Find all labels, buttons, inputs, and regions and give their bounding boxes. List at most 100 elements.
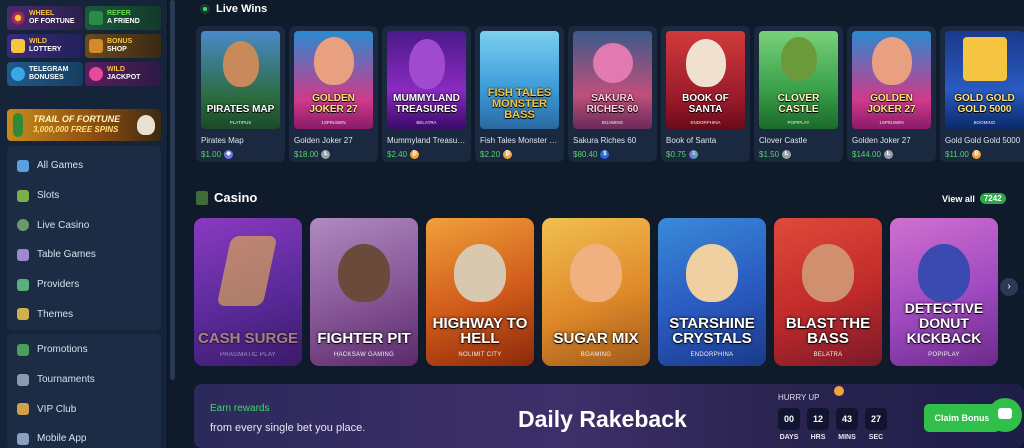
thumbnail-provider: 1Spin4Win [321,120,346,125]
sidebar-item-label: Mobile App [37,433,87,445]
sidebar-item-themes[interactable]: Themes [7,299,161,329]
sol-coin-icon: ≡ [689,150,699,159]
hurry-up-label: HURRY UP [778,393,820,402]
game-title: Detective Donut Kickback [904,300,984,346]
game-name: Clover Castle [759,136,808,145]
casino-game-card[interactable]: Fighter Pit Hacksaw Gaming [310,218,418,366]
promo-wild-lottery[interactable]: Wild Lottery [7,34,83,58]
promo-label: Shop [107,46,127,53]
timer-hours: 12 [807,408,829,430]
game-provider: Endorphina [690,352,734,358]
sidebar-item-label: All Games [37,160,84,172]
sidebar-item-table-games[interactable]: Table Games [7,240,161,270]
game-name: Mummyland Treasures [387,136,467,145]
slots-icon [17,189,29,202]
sidebar-item-providers[interactable]: Providers [7,270,161,300]
game-title: Cash Surge [197,330,298,347]
timer-label: HRS [810,434,826,441]
thumbnail-title: Fish Tales Monster Bass [487,87,552,121]
casino-games-row: Cash Surge Pragmatic Play Fighter Pit Ha… [194,218,1024,366]
casino-game-card[interactable]: Starshine Crystals Endorphina [658,218,766,366]
casino-game-card[interactable]: Cash Surge Pragmatic Play [194,218,302,366]
live-win-card[interactable]: Book of Santa Endorphina Book of Santa $… [661,26,750,162]
grid-icon [17,159,29,172]
thumbnail-provider: BGaming [601,120,624,125]
sidebar-item-label: Promotions [37,344,88,356]
win-amount: $1.00 ◆ [201,150,234,159]
timer-days: 00 [778,408,800,430]
promo-label: Wild [107,66,125,73]
casino-game-card[interactable]: Sugar Mix BGaming [542,218,650,366]
promo-label: a Friend [107,18,140,25]
thumbnail-title: Sakura Riches 60 [586,93,639,115]
game-name: Golden Joker 27 [294,136,353,145]
thumbnail-title: Golden Joker 27 [309,93,358,115]
game-provider: Hacksaw Gaming [333,352,395,358]
timer-minutes: 43 [836,408,858,430]
promo-label: Refer [107,10,131,17]
game-thumbnail: Gold Gold Gold 5000 Booming [945,31,1024,129]
live-win-card[interactable]: Sakura Riches 60 BGaming Sakura Riches 6… [568,26,657,162]
btc-coin-icon: ₿ [503,150,513,159]
sidebar-item-live-casino[interactable]: Live Casino [7,210,161,240]
win-amount: $144.00 Ł [852,150,893,159]
view-all-link[interactable]: View all 7242 [942,193,1006,204]
promo-wheel-of-fortune[interactable]: Wheel of Fortune [7,6,83,30]
sidebar-item-promotions[interactable]: Promotions [7,335,161,365]
win-amount-value: $2.20 [480,150,501,159]
win-amount-value: $144.00 [852,150,881,159]
game-thumbnail: Fish Tales Monster Bass [480,31,559,129]
game-name: Sakura Riches 60 [573,136,637,145]
win-amount-value: $80.40 [573,150,598,159]
sidebar-item-mobile-app[interactable]: Mobile App [7,424,161,448]
game-thumbnail: Clover Castle PopiPlay [759,31,838,129]
sidebar-item-label: Providers [37,279,80,291]
live-win-card[interactable]: Gold Gold Gold 5000 Booming Gold Gold Go… [940,26,1024,162]
timer-label: MINS [838,434,856,441]
thumbnail-provider: 1Spin4Win [879,120,904,125]
live-win-card[interactable]: Golden Joker 27 1Spin4Win Golden Joker 2… [847,26,936,162]
game-title: Starshine Crystals [669,315,755,347]
sidebar-item-slots[interactable]: Slots [7,181,161,211]
telegram-icon [11,67,25,81]
promo-label: Lottery [29,46,62,53]
promo-refer-a-friend[interactable]: Refer a Friend [85,6,161,30]
refer-icon [89,11,103,25]
casino-game-card[interactable]: Detective Donut Kickback PopiPlay [890,218,998,366]
promo-label: Wheel [29,10,55,17]
promo-label: Jackpot [107,74,141,81]
sidebar-item-tournaments[interactable]: Tournaments [7,365,161,395]
sidebar-item-label: Themes [37,308,74,320]
promo-label: Telegram [29,66,69,73]
casino-game-card[interactable]: Blast the Bass Belatra [774,218,882,366]
rakeback-title: Daily Rakeback [518,406,687,432]
thumbnail-title: Mummyland Treasures [393,93,460,115]
shop-icon [89,39,103,53]
promo-wild-jackpot[interactable]: Wild Jackpot [85,62,161,86]
thumbnail-title: Clover Castle [777,93,820,115]
live-win-card[interactable]: Clover Castle PopiPlay Clover Castle $1.… [754,26,843,162]
game-thumbnail: Sakura Riches 60 BGaming [573,31,652,129]
usdc-coin-icon: $ [600,150,610,159]
game-title: Highway to Hell [432,315,528,347]
thumbnail-title: Book of Santa [682,93,729,115]
sidebar-item-all-games[interactable]: All Games [7,151,161,181]
live-win-card[interactable]: Golden Joker 27 1Spin4Win Golden Joker 2… [289,26,378,162]
live-wins-title: Live Wins [216,3,268,15]
live-win-card[interactable]: Fish Tales Monster Bass Fish Tales Monst… [475,26,564,162]
live-win-card[interactable]: Mummyland Treasures Belatra Mummyland Tr… [382,26,471,162]
carousel-next-button[interactable]: › [1000,278,1018,296]
promo-telegram-bonuses[interactable]: Telegram Bonuses [7,62,83,86]
casino-game-card[interactable]: Highway to Hell Nolimit City [426,218,534,366]
win-amount-value: $18.00 [294,150,319,159]
thumbnail-title: Golden Joker 27 [867,93,916,115]
thumbnail-provider: Booming [973,120,996,125]
live-win-card[interactable]: Pirates Map Platipus Pirates Map $1.00 ◆ [196,26,285,162]
promo-bonus-shop[interactable]: Bonus Shop [85,34,161,58]
wheel-icon [11,11,25,25]
sidebar-item-vip-club[interactable]: VIP Club [7,394,161,424]
trail-of-fortune-banner[interactable]: Trail of Fortune 3,000,000 Free Spins [7,109,161,141]
win-amount-value: $2.40 [387,150,408,159]
sidebar-scrollbar[interactable] [170,0,175,380]
chat-bubble-icon[interactable] [988,398,1022,432]
